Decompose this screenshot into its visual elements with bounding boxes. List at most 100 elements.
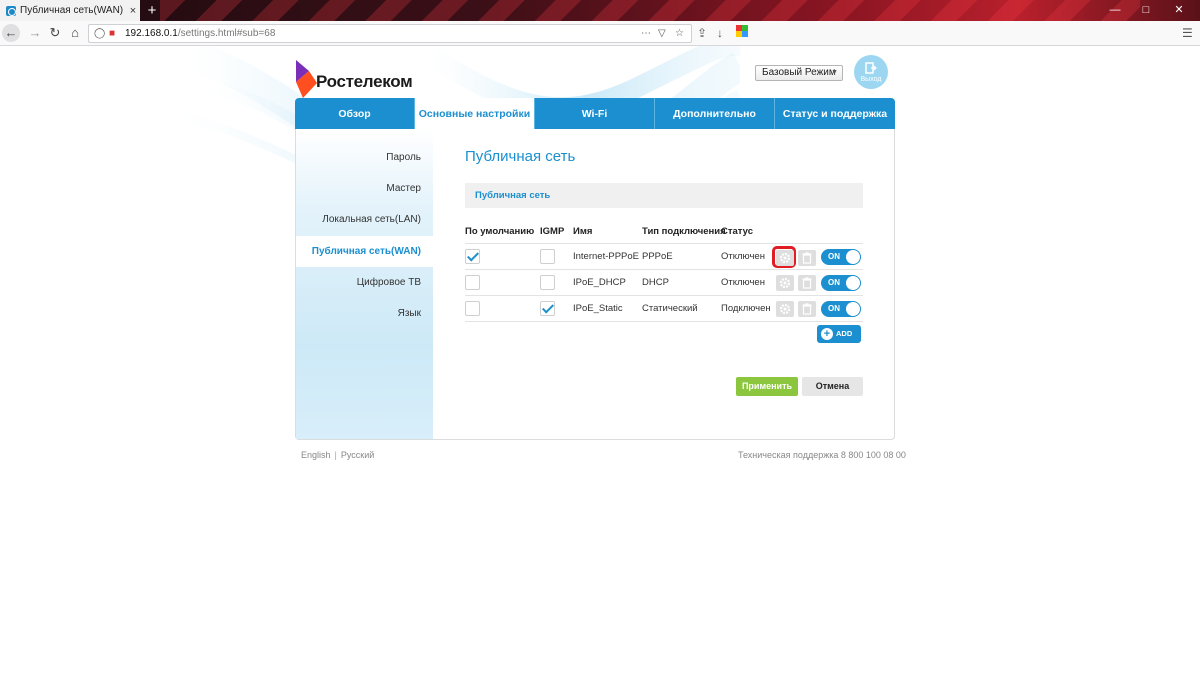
browser-toolbar: ← → ↻ ⌂ ◯ ■ 192.168.0.1/settings.html#su… <box>0 21 1200 46</box>
new-tab-button[interactable]: + <box>145 0 159 21</box>
bookmark-star-icon[interactable]: ☆ <box>675 28 684 40</box>
cancel-button[interactable]: Отмена <box>802 377 863 396</box>
edit-connection-button[interactable] <box>776 250 794 266</box>
rostelecom-logo: Ростелеком <box>296 58 413 98</box>
edit-connection-button[interactable] <box>776 275 794 291</box>
delete-connection-button[interactable] <box>798 275 816 291</box>
support-info: Техническая поддержка 8 800 100 08 00 <box>738 450 906 460</box>
toggle-label: ON <box>828 278 840 287</box>
table-divider <box>465 269 863 270</box>
mode-select-value: Базовый Режим <box>762 67 836 78</box>
column-header-type: Тип подключения <box>642 226 726 237</box>
logout-door-icon <box>865 62 877 74</box>
page-actions-icon[interactable]: ⋯ <box>641 28 652 40</box>
lang-english-link[interactable]: English <box>301 450 331 460</box>
home-icon[interactable]: ⌂ <box>66 24 84 42</box>
default-checkbox[interactable] <box>465 249 480 264</box>
delete-connection-button[interactable] <box>798 250 816 266</box>
browser-tab-title: Публичная сеть(WAN) <box>20 5 124 16</box>
connection-type: DHCP <box>642 277 669 288</box>
default-checkbox[interactable] <box>465 275 480 290</box>
connection-name: IPoE_Static <box>573 303 623 314</box>
logout-label: Выход <box>860 76 882 83</box>
forward-arrow-icon[interactable]: → <box>26 24 44 42</box>
add-label: ADD <box>836 329 853 338</box>
sidebar-item-wizard[interactable]: Мастер <box>386 183 421 194</box>
logout-button[interactable]: Выход <box>854 55 888 89</box>
settings-panel: Пароль Мастер Локальная сеть(LAN) Публич… <box>295 129 895 440</box>
mode-select[interactable]: Базовый Режим ▼ <box>755 65 843 81</box>
table-divider <box>465 321 863 322</box>
url-host: 192.168.0.1 <box>125 28 178 39</box>
connection-toggle[interactable]: ON <box>821 275 861 291</box>
nav-tab-status-support[interactable]: Статус и поддержка <box>775 98 895 129</box>
pocket-icon[interactable]: ▽ <box>658 28 666 40</box>
table-divider <box>465 243 863 244</box>
reload-icon[interactable]: ↻ <box>46 24 64 42</box>
sidebar-item-password[interactable]: Пароль <box>386 152 421 163</box>
nav-tab-overview[interactable]: Обзор <box>295 98 415 129</box>
gear-icon <box>779 277 791 289</box>
default-checkbox[interactable] <box>465 301 480 316</box>
toggle-label: ON <box>828 252 840 261</box>
igmp-checkbox[interactable] <box>540 275 555 290</box>
insecure-lock-icon[interactable]: ■ <box>109 28 115 40</box>
toggle-knob <box>846 302 860 316</box>
section-header: Публичная сеть <box>465 183 863 208</box>
igmp-checkbox[interactable] <box>540 249 555 264</box>
lang-russian-link[interactable]: Русский <box>341 450 374 460</box>
connection-type: PPPoE <box>642 251 673 262</box>
menu-hamburger-icon[interactable]: ☰ <box>1182 25 1193 41</box>
address-bar[interactable]: ◯ ■ 192.168.0.1/settings.html#sub=68 ⋯ ▽… <box>88 24 692 43</box>
shield-icon[interactable]: ◯ <box>94 28 105 40</box>
logo-text: Ростелеком <box>316 72 413 91</box>
trash-icon <box>802 252 812 264</box>
sidebar-item-language[interactable]: Язык <box>398 308 421 319</box>
close-tab-icon[interactable]: × <box>126 5 140 17</box>
column-header-status: Статус <box>721 226 754 237</box>
lang-separator: | <box>334 450 337 460</box>
extension-icon[interactable] <box>736 25 748 41</box>
browser-tab[interactable]: Публичная сеть(WAN) × <box>0 0 140 21</box>
rostelecom-logo-icon <box>296 60 317 98</box>
page-title: Публичная сеть <box>465 148 576 165</box>
trash-icon <box>802 303 812 315</box>
table-divider <box>465 295 863 296</box>
connection-toggle[interactable]: ON <box>821 301 861 317</box>
igmp-checkbox[interactable] <box>540 301 555 316</box>
language-switcher: English | Русский <box>301 450 374 460</box>
gear-icon <box>779 303 791 315</box>
sidebar-item-lan[interactable]: Локальная сеть(LAN) <box>322 214 421 225</box>
url-path: /settings.html#sub=68 <box>177 28 276 39</box>
delete-connection-button[interactable] <box>798 301 816 317</box>
site-favicon-icon <box>6 5 16 16</box>
column-header-name: Имя <box>573 226 593 237</box>
add-connection-button[interactable]: + ADD <box>817 325 861 343</box>
toggle-label: ON <box>828 304 840 313</box>
connection-type: Статический <box>642 303 698 314</box>
nav-tab-wifi[interactable]: Wi-Fi <box>535 98 655 129</box>
browser-tab-strip: Публичная сеть(WAN) × + — □ ✕ <box>0 0 1200 21</box>
connection-toggle[interactable]: ON <box>821 249 861 265</box>
plus-icon: + <box>821 328 833 340</box>
nav-tab-basic-settings[interactable]: Основные настройки <box>415 98 535 129</box>
maximize-window-icon[interactable]: □ <box>1135 0 1157 21</box>
toggle-knob <box>846 276 860 290</box>
apply-button[interactable]: Применить <box>736 377 798 396</box>
library-icon[interactable]: ⇪ <box>697 25 707 41</box>
close-window-icon[interactable]: ✕ <box>1168 0 1190 21</box>
back-arrow-icon[interactable]: ← <box>2 24 20 42</box>
nav-tab-advanced[interactable]: Дополнительно <box>655 98 775 129</box>
toggle-knob <box>846 250 860 264</box>
connection-status: Подключен <box>721 303 771 314</box>
main-nav: Обзор Основные настройки Wi-Fi Дополните… <box>295 98 895 129</box>
connection-status: Отключен <box>721 277 765 288</box>
connection-name: IPoE_DHCP <box>573 277 626 288</box>
minimize-window-icon[interactable]: — <box>1104 0 1126 21</box>
sidebar-item-wan[interactable]: Публичная сеть(WAN) <box>296 236 433 267</box>
gear-icon <box>779 252 791 264</box>
downloads-icon[interactable]: ↓ <box>717 25 723 41</box>
connection-name: Internet-PPPoE <box>573 251 640 262</box>
edit-connection-button[interactable] <box>776 301 794 317</box>
sidebar-item-digital-tv[interactable]: Цифровое ТВ <box>357 277 421 288</box>
